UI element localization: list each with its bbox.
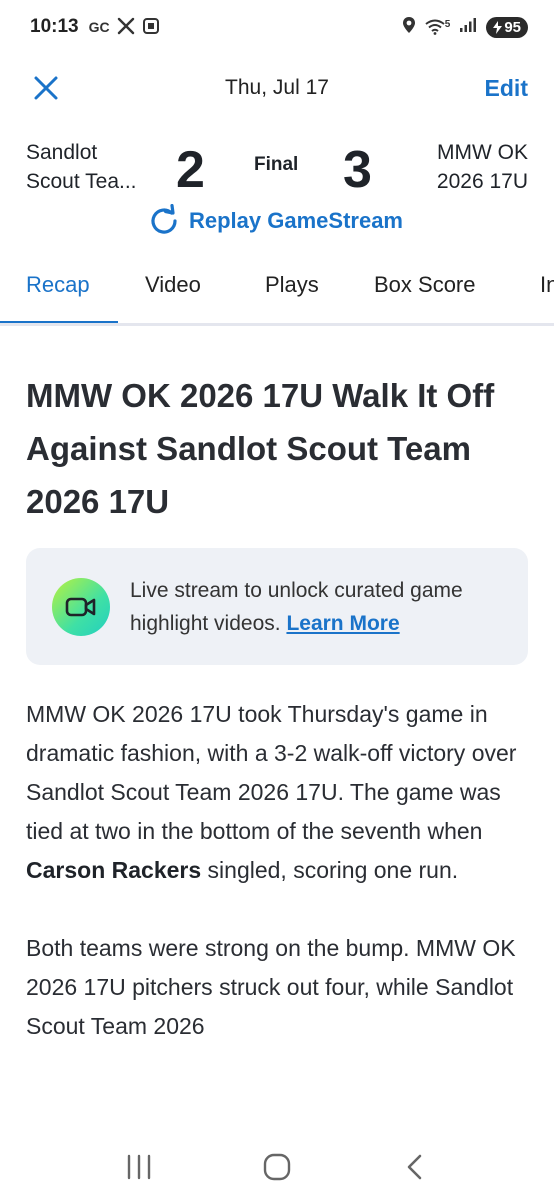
away-team-line2: Scout Tea...: [26, 170, 137, 193]
status-bar: 10:13 GC 5 95: [0, 0, 554, 54]
status-right: 5 95: [402, 16, 528, 39]
tab-bar: Recap Video Plays Box Score In: [0, 258, 554, 326]
tab-video[interactable]: Video: [145, 272, 201, 298]
home-icon: [263, 1153, 291, 1180]
battery-indicator: 95: [486, 16, 528, 38]
status-time: 10:13: [30, 16, 79, 37]
recent-apps-button[interactable]: [109, 1142, 169, 1192]
livestream-promo-card: Live stream to unlock curated game highl…: [26, 548, 528, 665]
game-status: Final: [254, 154, 299, 175]
wifi-label: 5: [444, 19, 451, 30]
signal-icon: [459, 17, 477, 38]
close-button[interactable]: [30, 72, 62, 104]
home-team-line2: 2026 17U: [436, 170, 528, 193]
status-left-icons: GC: [89, 17, 160, 38]
header: Thu, Jul 17 Edit: [0, 62, 554, 114]
paragraph-text: singled, scoring one run.: [201, 857, 459, 883]
active-tab-indicator: [0, 321, 118, 323]
replay-icon: [151, 204, 177, 234]
learn-more-link[interactable]: Learn More: [286, 612, 399, 635]
article-body: MMW OK 2026 17U took Thursday's game in …: [26, 695, 530, 1085]
home-score: 3: [343, 141, 372, 199]
tab-box-score[interactable]: Box Score: [374, 272, 476, 298]
tab-plays[interactable]: Plays: [265, 272, 319, 298]
player-name: Carson Rackers: [26, 857, 202, 883]
system-nav-bar: [0, 1133, 554, 1200]
home-button[interactable]: [247, 1142, 307, 1192]
recent-apps-icon: [127, 1154, 151, 1179]
article-paragraph: MMW OK 2026 17U took Thursday's game in …: [26, 695, 530, 890]
location-icon: [402, 16, 416, 39]
gc-icon: GC: [88, 19, 110, 35]
x-icon: [117, 17, 135, 38]
close-icon: [34, 76, 58, 100]
article-headline: MMW OK 2026 17U Walk It Off Against Sand…: [26, 377, 495, 520]
tab-recap[interactable]: Recap: [26, 272, 90, 298]
away-team-line1: Sandlot: [26, 141, 98, 164]
away-score: 2: [176, 141, 205, 199]
back-icon: [407, 1154, 422, 1179]
charging-icon: [493, 20, 503, 34]
battery-level: 95: [504, 18, 521, 36]
status-left: 10:13 GC: [30, 16, 160, 38]
wifi-icon: 5: [425, 19, 451, 35]
back-button[interactable]: [385, 1142, 445, 1192]
video-camera-icon: [52, 578, 110, 636]
paragraph-text: MMW OK 2026 17U took Thursday's game in …: [26, 701, 517, 844]
replay-label: Replay GameStream: [189, 208, 403, 233]
replay-gamestream-button[interactable]: Replay GameStream: [147, 204, 403, 238]
home-team-name[interactable]: MMW OK 2026 17U: [437, 138, 528, 196]
game-date: Thu, Jul 17: [225, 76, 329, 99]
tab-insights[interactable]: In: [540, 272, 554, 298]
screenshot-icon: [142, 17, 160, 38]
promo-text-block: Live stream to unlock curated game highl…: [130, 574, 520, 640]
article-paragraph: Both teams were strong on the bump. MMW …: [26, 935, 516, 1039]
recap-content[interactable]: MMW OK 2026 17U Walk It Off Against Sand…: [0, 329, 554, 1133]
scoreboard: Sandlot Scout Tea... 2 Final 3 MMW OK 20…: [0, 136, 554, 200]
away-team-name[interactable]: Sandlot Scout Tea...: [26, 138, 137, 196]
home-team-line1: MMW OK: [437, 141, 528, 164]
edit-button[interactable]: Edit: [485, 75, 528, 102]
